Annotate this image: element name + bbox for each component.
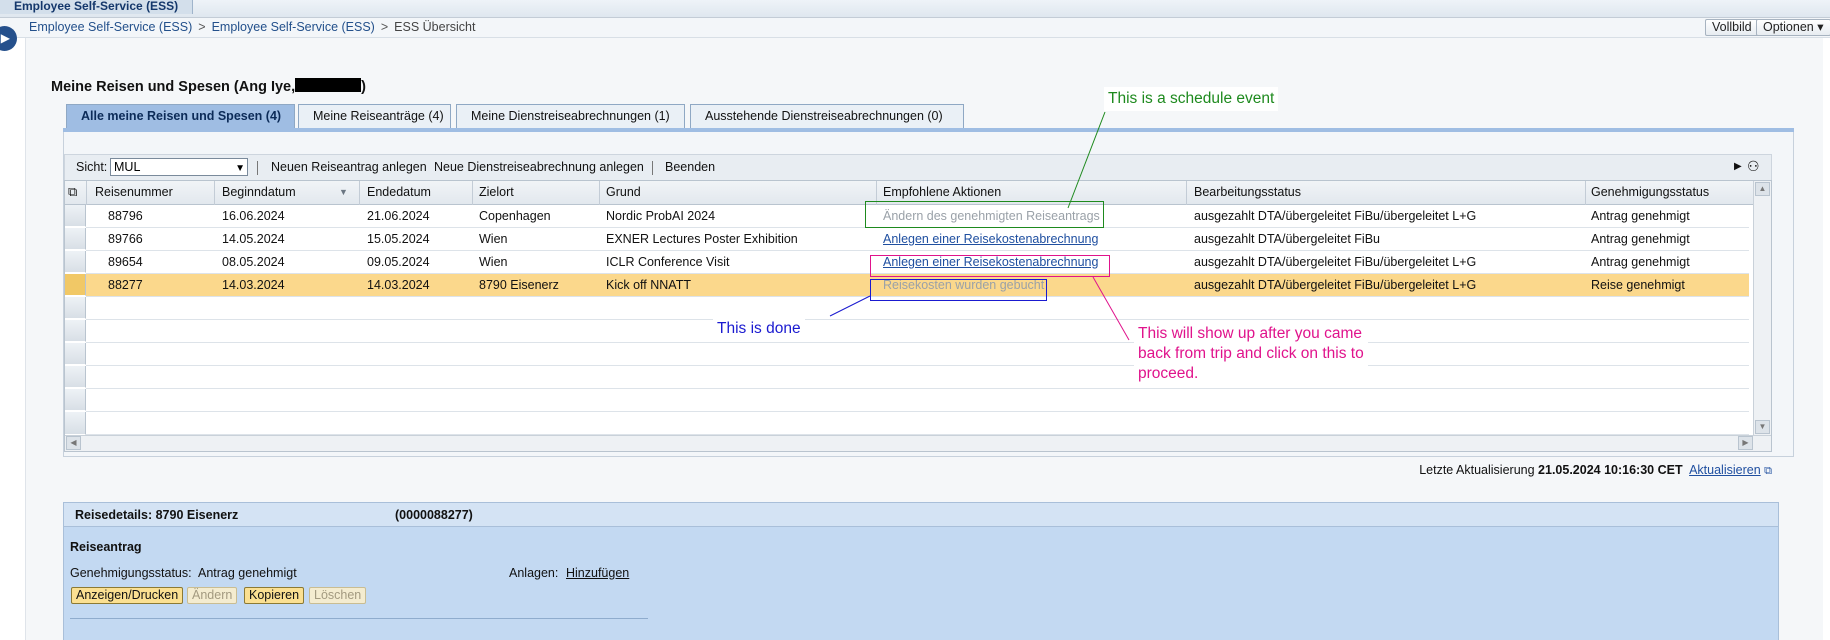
annotation-after-trip-line-3: proceed.: [1138, 365, 1199, 382]
annotation-line-magenta: [1092, 276, 1130, 341]
annotation-line-green: [1067, 111, 1106, 209]
annotation-done: This is done: [713, 317, 805, 341]
annotation-line-blue: [829, 295, 871, 317]
annotation-box-green: [865, 201, 1104, 228]
annotation-box-magenta: [870, 255, 1110, 277]
annotation-after-trip-line-2: back from trip and click on this to: [1138, 345, 1364, 362]
annotation-lines: [829, 111, 1130, 341]
annotation-after-trip-line-1: This will show up after you came: [1138, 325, 1362, 342]
annotation-schedule-event: This is a schedule event: [1104, 87, 1279, 111]
annotation-after-trip: This will show up after you came back fr…: [1134, 322, 1368, 386]
annotation-box-blue: [870, 279, 1047, 301]
